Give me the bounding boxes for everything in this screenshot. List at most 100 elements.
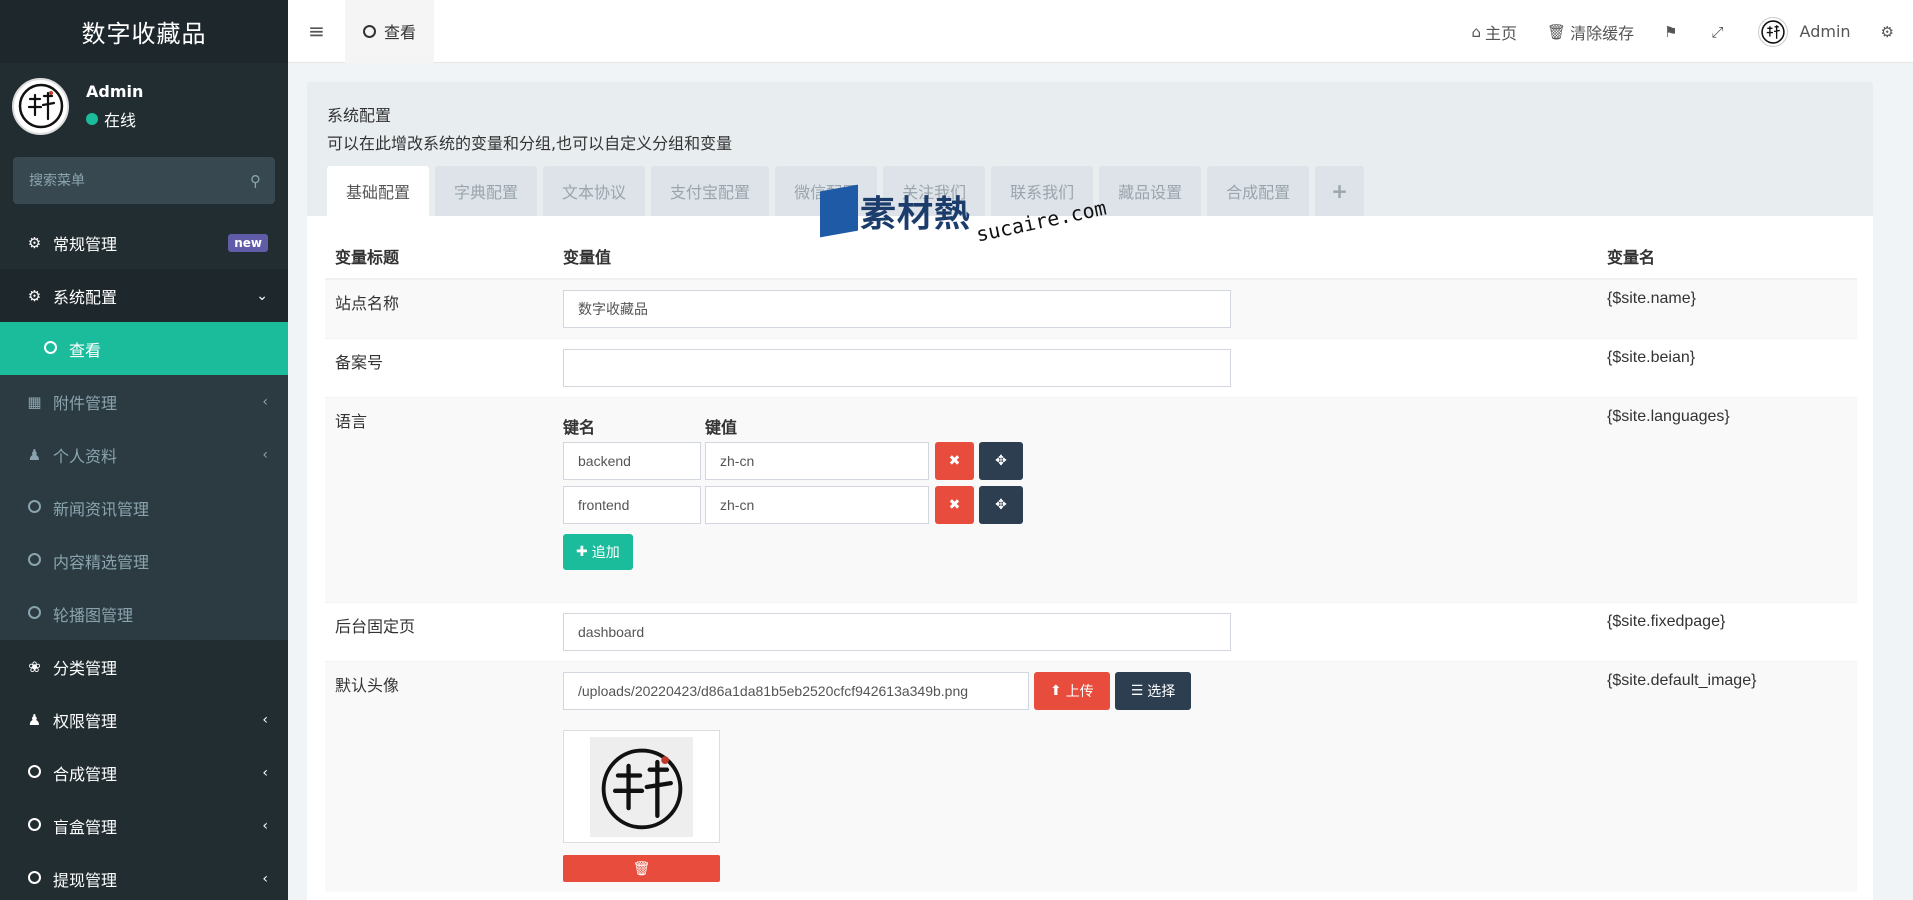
chevron-left-icon: ‹ <box>262 446 268 463</box>
row-var: {$site.name} <box>1597 278 1857 339</box>
drag-handle[interactable]: ✥ <box>979 442 1023 480</box>
home-icon: ⌂ <box>1471 22 1481 41</box>
tab-synthesis[interactable]: 合成配置 <box>1207 166 1310 216</box>
move-icon: ✥ <box>995 497 1007 513</box>
preview-frame <box>590 736 693 837</box>
sidebar-item-label: 附件管理 <box>53 393 118 413</box>
chevron-left-icon: ‹ <box>262 870 268 887</box>
tab-contact-us[interactable]: 联系我们 <box>991 166 1094 216</box>
select-button[interactable]: ☰ 选择 <box>1114 672 1192 710</box>
sidebar-item-view[interactable]: 查看 <box>0 322 288 375</box>
tab-basic[interactable]: 基础配置 <box>327 166 430 216</box>
sidebar-search: ⚲ <box>13 157 275 204</box>
list-item: frontend zh-cn ✖ ✥ <box>563 486 1587 524</box>
remove-row-button[interactable]: ✖ <box>935 486 974 524</box>
fullscreen-button[interactable]: ⤢ <box>1697 0 1743 63</box>
language-value-input[interactable]: zh-cn <box>705 486 929 524</box>
row-title: 语言 <box>325 397 553 603</box>
group-icon: ♟ <box>27 710 42 729</box>
row-var: {$site.default_image} <box>1597 661 1857 892</box>
default-image-path-input[interactable]: /uploads/20220423/d86a1da81b5eb2520cfcf9… <box>563 672 1029 710</box>
upload-button[interactable]: ⬆ 上传 <box>1034 672 1110 710</box>
circle-icon <box>26 499 43 517</box>
drag-handle[interactable]: ✥ <box>979 486 1023 524</box>
chevron-left-icon: ‹ <box>262 764 268 781</box>
tab-dictionary[interactable]: 字典配置 <box>435 166 538 216</box>
key-header: 键名 <box>563 418 596 437</box>
avatar <box>1757 16 1788 47</box>
sidebar-item-withdraw[interactable]: 提现管理 ‹ <box>0 852 288 900</box>
top-user-name: Admin <box>1799 22 1851 41</box>
sidebar-item-profile[interactable]: ♟ 个人资料 ‹ <box>0 428 288 481</box>
config-table: 变量标题 变量值 变量名 站点名称 数字收藏品 {$site.name} 备案号… <box>325 234 1857 892</box>
home-link[interactable]: ⌂ 主页 <box>1456 0 1532 63</box>
site-name-input[interactable]: 数字收藏品 <box>563 290 1231 328</box>
table-row: 语言 键名 键值 backend zh-cn ✖ ✥ frontend zh-c <box>325 397 1857 603</box>
sidebar-item-label: 系统配置 <box>53 287 118 307</box>
sidebar-item-label: 盲盒管理 <box>53 817 118 837</box>
table-row: 后台固定页 dashboard {$site.fixedpage} <box>325 602 1857 662</box>
sidebar-item-permission[interactable]: ♟ 权限管理 ‹ <box>0 693 288 746</box>
config-tabs: 基础配置 字典配置 文本协议 支付宝配置 微信配置 关注我们 联系我们 藏品设置… <box>327 166 1370 216</box>
chevron-left-icon: ‹ <box>262 711 268 728</box>
tab-alipay[interactable]: 支付宝配置 <box>651 166 770 216</box>
row-var: {$site.beian} <box>1597 338 1857 398</box>
language-button[interactable]: ⚑ <box>1649 0 1696 63</box>
sidebar-item-attachment[interactable]: ▦ 附件管理 ‹ <box>0 375 288 428</box>
page-title: 系统配置 <box>327 106 392 125</box>
sidebar-item-system-config[interactable]: ⚙ 系统配置 ⌄ <box>0 269 288 322</box>
sidebar-item-general[interactable]: ⚙ 常规管理 new <box>0 216 288 269</box>
sidebar-item-label: 个人资料 <box>53 446 118 466</box>
language-key-input[interactable]: frontend <box>563 486 701 524</box>
beian-input[interactable] <box>563 349 1231 387</box>
tab-collection[interactable]: 藏品设置 <box>1099 166 1202 216</box>
circle-icon <box>363 24 376 38</box>
column-header-name: 变量名 <box>1597 234 1857 280</box>
kv-header: 键名 键值 <box>563 414 1587 438</box>
sidebar: 数字收藏品 Admin 在线 ⚲ ⚙ 常规管理 new ⚙ <box>0 0 288 900</box>
delete-image-button[interactable]: 🗑 <box>563 855 720 882</box>
row-title: 站点名称 <box>325 278 553 339</box>
table-row: 站点名称 数字收藏品 {$site.name} <box>325 278 1857 339</box>
language-key-input[interactable]: backend <box>563 442 701 480</box>
nav-tab-label: 查看 <box>384 23 417 42</box>
image-preview[interactable] <box>563 730 720 843</box>
sidebar-item-banner[interactable]: 轮播图管理 <box>0 587 288 640</box>
clear-cache-label: 清除缓存 <box>1570 23 1635 43</box>
remove-row-button[interactable]: ✖ <box>935 442 974 480</box>
user-panel: Admin 在线 <box>0 63 288 149</box>
leaf-icon: ❀ <box>28 657 41 676</box>
tab-follow-us[interactable]: 关注我们 <box>883 166 986 216</box>
menu-search-input[interactable] <box>29 172 209 189</box>
column-header-value: 变量值 <box>553 234 1597 280</box>
sidebar-item-blindbox[interactable]: 盲盒管理 ‹ <box>0 799 288 852</box>
search-icon[interactable]: ⚲ <box>250 172 261 190</box>
sidebar-item-label: 内容精选管理 <box>53 552 150 572</box>
row-title: 后台固定页 <box>325 602 553 662</box>
append-button[interactable]: ✚ 追加 <box>563 534 633 570</box>
clear-cache-button[interactable]: 🗑 清除缓存 <box>1532 0 1649 63</box>
sidebar-item-synthesis[interactable]: 合成管理 ‹ <box>0 746 288 799</box>
add-tab-button[interactable]: + <box>1315 166 1364 216</box>
sidebar-item-featured[interactable]: 内容精选管理 <box>0 534 288 587</box>
sidebar-item-news[interactable]: 新闻资讯管理 <box>0 481 288 534</box>
sidebar-toggle-button[interactable]: ≡ <box>288 0 345 63</box>
circle-icon <box>26 552 43 570</box>
sidebar-item-category[interactable]: ❀ 分类管理 <box>0 640 288 693</box>
row-var: {$site.languages} <box>1597 397 1857 603</box>
user-menu[interactable]: Admin <box>1743 0 1866 63</box>
circle-icon <box>26 764 43 782</box>
tab-text-agreement[interactable]: 文本协议 <box>543 166 646 216</box>
fixedpage-input[interactable]: dashboard <box>563 613 1231 651</box>
nav-tab-view[interactable]: 查看 <box>345 0 435 63</box>
chevron-down-icon: ⌄ <box>256 287 268 304</box>
language-value-input[interactable]: zh-cn <box>705 442 929 480</box>
page-subtitle: 可以在此增改系统的变量和分组,也可以自定义分组和变量 <box>327 134 733 153</box>
tab-wechat[interactable]: 微信配置 <box>775 166 878 216</box>
row-title: 默认头像 <box>325 661 553 892</box>
brand-logo[interactable]: 数字收藏品 <box>0 0 288 63</box>
append-label: 追加 <box>591 545 620 561</box>
settings-button[interactable]: ⚙ <box>1866 0 1913 63</box>
cogs-icon: ⚙ <box>27 233 42 252</box>
top-navbar: ≡ 查看 ⌂ 主页 🗑 清除缓存 ⚑ ⤢ Admin ⚙ <box>288 0 1913 63</box>
